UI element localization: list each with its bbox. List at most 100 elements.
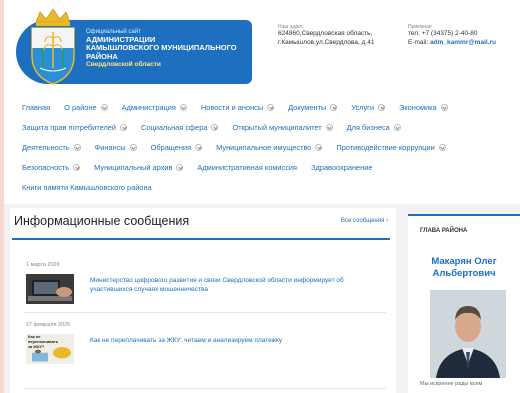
chevron-down-icon (179, 103, 187, 111)
nav-consumer-rights[interactable]: Защита прав потребителей (22, 122, 128, 132)
nav-economy[interactable]: Экономика (399, 103, 448, 112)
chevron-down-icon (73, 143, 81, 151)
nav-admin-commission[interactable]: Административная комиссия (197, 163, 297, 172)
chevron-down-icon (393, 123, 401, 131)
nav-anticorruption[interactable]: Противодействие коррупции (336, 142, 446, 152)
chevron-down-icon (267, 103, 275, 111)
nav-archive-label: Муниципальный архив (94, 162, 173, 172)
nav-security[interactable]: Безопасность (22, 162, 81, 172)
nav-social-label: Социальная сфера (141, 122, 208, 132)
nav-property-label: Муниципальное имущество (216, 142, 312, 152)
nav-documents[interactable]: Документы (288, 102, 338, 112)
nav-row-5: Книги памяти Камышловского района (22, 177, 512, 197)
chevron-down-icon (438, 143, 446, 151)
reception-email-row: E-mail: adm_kammr@mail.ru (408, 39, 496, 48)
nav-documents-label: Документы (288, 102, 327, 112)
reception-block: Приемная тел. +7 (34375) 2-40-80 E-mail:… (408, 24, 496, 48)
nav-archive[interactable]: Муниципальный архив (94, 162, 184, 172)
logo-title-2: КАМЫШЛОВСКОГО МУНИЦИПАЛЬНОГО РАЙОНА (86, 43, 237, 61)
chevron-down-icon (330, 103, 338, 111)
nav-finance[interactable]: Финансы (95, 143, 137, 152)
head-name-line-2: Альбертович (432, 268, 496, 280)
nav-healthcare-label: Здравоохранение (311, 162, 373, 172)
news-panel: Информационные сообщения Все сообщения ›… (10, 208, 396, 393)
address-line-1: 624860,Свердловская область, (278, 30, 373, 37)
nav-anticorruption-label: Противодействие коррупции (336, 142, 435, 152)
nav-row-3: Деятельность Финансы Обращения Муниципал… (22, 137, 512, 157)
main-nav: Главная О районе Администрация Новости и… (22, 97, 512, 197)
nav-open-municipality[interactable]: Открытый муниципалитет (232, 122, 333, 132)
news-item-2-text: Как не переплачивать за ЖКУ: читаем и ан… (90, 337, 283, 344)
nav-services[interactable]: Услуги (351, 102, 386, 112)
news-item-1-image[interactable] (26, 274, 74, 304)
nav-appeals-label: Обращения (150, 142, 192, 152)
nav-row-4: Безопасность Муниципальный архив Админис… (22, 157, 512, 177)
page: Официальный сайт АДМИНИСТРАЦИИ КАМЫШЛОВС… (4, 0, 520, 393)
nav-healthcare[interactable]: Здравоохранение (311, 163, 372, 172)
news-item-2-date: 27 февраля 2026 (26, 322, 71, 328)
news-item-2-link[interactable]: Как не переплачивать за ЖКУ: читаем и ан… (90, 336, 386, 345)
logo-region: Свердловской области (86, 60, 161, 68)
chevron-down-icon (176, 163, 184, 171)
news-divider (24, 312, 386, 313)
nav-open-municipality-label: Открытый муниципалитет (232, 122, 322, 132)
nav-security-label: Безопасность (22, 162, 70, 172)
news-item-1-link[interactable]: Министерство цифрового развития и связи … (90, 276, 386, 295)
nav-memory-books[interactable]: Книги памяти Камышловского района (22, 183, 152, 192)
nav-activity-label: Деятельность (22, 142, 70, 152)
chevron-down-icon (440, 103, 448, 111)
address-block: Наш адрес 624860,Свердловская область, г… (278, 24, 374, 48)
nav-about[interactable]: О районе (64, 102, 108, 112)
chevron-down-icon (129, 143, 137, 151)
news-item-1-text-line-2: участившихся случаях мошенничества (90, 286, 208, 294)
news-divider-2 (24, 388, 386, 389)
news-item-2-image-caption: Как не переплачивать за ЖКУ? (28, 334, 59, 349)
head-of-district-panel: ГЛАВА РАЙОНА Макарян Олег Альбертович Мы… (408, 214, 520, 393)
head-portrait-photo (430, 290, 506, 378)
nav-admin-commission-label: Административная комиссия (197, 162, 298, 172)
nav-economy-label: Экономика (399, 102, 437, 112)
nav-home[interactable]: Главная (22, 103, 50, 112)
all-news-link[interactable]: Все сообщения › (341, 218, 388, 224)
sidebar-greeting-text: Мы искренне рады всем (420, 381, 483, 387)
nav-activity[interactable]: Деятельность (22, 143, 81, 152)
logo-text: Официальный сайт АДМИНИСТРАЦИИ КАМЫШЛОВС… (86, 29, 252, 68)
news-heading: Информационные сообщения (14, 214, 190, 228)
sidebar-title: ГЛАВА РАЙОНА (420, 228, 468, 234)
nav-services-label: Услуги (351, 102, 375, 112)
email-link[interactable]: adm_kammr@mail.ru (430, 39, 496, 46)
chevron-down-icon (100, 103, 108, 111)
nav-property[interactable]: Муниципальное имущество (216, 142, 323, 152)
chevron-down-icon (120, 123, 128, 131)
nav-business[interactable]: Для бизнеса (347, 123, 401, 132)
site-logo[interactable]: Официальный сайт АДМИНИСТРАЦИИ КАМЫШЛОВС… (16, 8, 252, 86)
news-item-1-text-line-1: Министерство цифрового развития и связи … (90, 277, 344, 284)
chevron-down-icon (195, 143, 203, 151)
nav-row-2: Защита прав потребителей Социальная сфер… (22, 117, 512, 137)
coat-of-arms-icon (31, 8, 75, 85)
news-heading-underline (12, 238, 390, 240)
nav-row-1: Главная О районе Администрация Новости и… (22, 97, 512, 117)
nav-business-label: Для бизнеса (346, 122, 390, 132)
nav-social[interactable]: Социальная сфера (141, 122, 219, 132)
nav-news-label: Новости и анонсы (200, 102, 264, 112)
nav-consumer-rights-label: Защита прав потребителей (22, 122, 117, 132)
head-name-line-1: Макарян Олег (431, 256, 497, 267)
reception-phone: тел. +7 (34375) 2-40-80 (408, 30, 478, 37)
nav-memory-books-label: Книги памяти Камышловского района (22, 182, 152, 192)
address-line-2: г.Камышлов,ул.Свердлова, д.41 (278, 38, 375, 46)
nav-appeals[interactable]: Обращения (151, 143, 203, 152)
email-label: E-mail: (408, 38, 429, 46)
chevron-down-icon (325, 123, 333, 131)
chevron-down-icon (73, 163, 81, 171)
nav-news[interactable]: Новости и анонсы (200, 102, 275, 112)
nav-administration[interactable]: Администрация (122, 103, 187, 112)
nav-finance-label: Финансы (94, 142, 126, 152)
nav-administration-label: Администрация (121, 102, 176, 112)
head-name-link[interactable]: Макарян Олег Альбертович (408, 256, 520, 281)
chevron-down-icon (378, 103, 386, 111)
chevron-down-icon (211, 123, 219, 131)
news-item-1-date: 1 марта 2026 (26, 262, 60, 268)
nav-home-label: Главная (22, 102, 51, 112)
nav-about-label: О районе (64, 102, 97, 112)
